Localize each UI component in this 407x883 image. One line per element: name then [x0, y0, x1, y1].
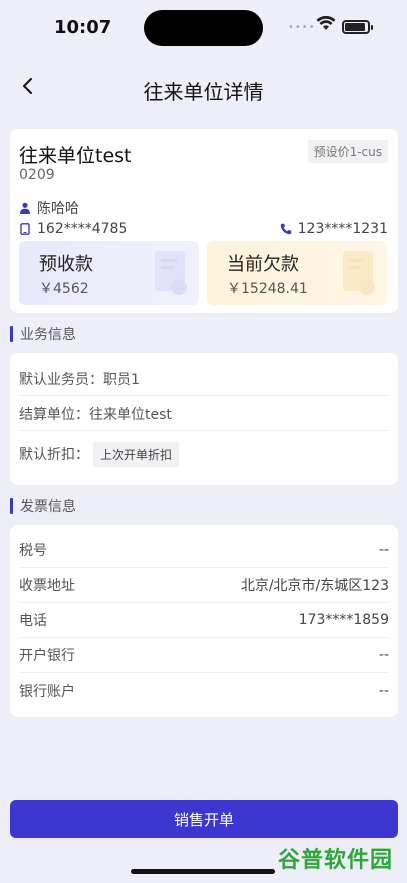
home-indicator[interactable] [131, 869, 275, 874]
business-section-title: 业务信息 [20, 327, 76, 343]
invoice-row-label: 电话 [19, 613, 47, 629]
price-tier-badge: 预设价1-cus [307, 140, 388, 163]
invoice-row-label: 收票地址 [19, 578, 75, 594]
salesman-row: 默认业务员：职员1 [19, 362, 389, 396]
debt-panel[interactable]: 当前欠款 ￥15248.41 [207, 241, 387, 305]
receipt-icon [155, 251, 187, 295]
discount-label: 默认折扣： [19, 447, 89, 463]
settlement-text: 结算单位：往来单位test [19, 406, 172, 423]
company-name: 往来单位test [19, 145, 132, 167]
debt-label: 当前欠款 [227, 254, 299, 275]
invoice-row-label: 银行账户 [19, 683, 75, 700]
invoice-row-value: -- [378, 647, 389, 663]
bill-icon [343, 251, 375, 295]
person-icon [20, 202, 30, 214]
invoice-row-value: -- [378, 542, 389, 558]
discount-row: 默认折扣： 上次开单折扣 [19, 437, 389, 471]
page-title: 往来单位详情 [143, 80, 264, 104]
invoice-row-value: 北京/北京市/东城区123 [240, 578, 389, 594]
invoice-row-value: 173****1859 [298, 612, 389, 628]
invoice-row-address: 收票地址 北京/北京市/东城区123 [19, 568, 389, 603]
mobile-number[interactable]: 162****4785 [19, 221, 127, 237]
debt-value: ￥15248.41 [227, 281, 308, 297]
dynamic-island [144, 10, 263, 46]
invoice-row-phone: 电话 173****1859 [19, 603, 389, 638]
prepaid-label: 预收款 [39, 254, 93, 275]
business-section-header: 业务信息 [10, 324, 76, 344]
discount-value-badge: 上次开单折扣 [93, 441, 180, 467]
wifi-icon [316, 16, 336, 30]
contact-person: 陈哈哈 [19, 198, 79, 218]
status-time: 10:07 [54, 17, 112, 38]
phone-number[interactable]: 123****1231 [280, 221, 388, 237]
status-bar: 10:07 •••• [0, 0, 407, 56]
invoice-row-label: 开户银行 [19, 648, 75, 664]
invoice-row-account: 银行账户 -- [19, 673, 389, 708]
salesman-text: 默认业务员：职员1 [19, 371, 140, 388]
watermark-logo: 谷普软件园 [278, 848, 394, 873]
battery-icon [342, 20, 373, 34]
invoice-info-card: 税号 -- 收票地址 北京/北京市/东城区123 电话 173****1859 … [10, 525, 398, 717]
company-card: 往来单位test 0209 预设价1-cus 陈哈哈 162****4785 1… [10, 129, 398, 313]
invoice-row-label: 税号 [19, 543, 47, 559]
prepaid-panel[interactable]: 预收款 ￥4562 [19, 241, 199, 305]
contact-name: 陈哈哈 [37, 201, 79, 217]
section-accent-bar [10, 498, 13, 514]
mobile-text: 162****4785 [37, 221, 128, 237]
section-accent-bar [10, 326, 13, 342]
signal-icon: •••• [288, 22, 316, 33]
invoice-row-value: -- [378, 682, 389, 699]
prepaid-value: ￥4562 [39, 281, 89, 297]
phone-text: 123****1231 [297, 221, 388, 237]
business-info-card: 默认业务员：职员1 结算单位：往来单位test 默认折扣： 上次开单折扣 [10, 353, 398, 485]
invoice-row-tax-id: 税号 -- [19, 533, 389, 568]
mobile-phone-icon [20, 223, 30, 235]
invoice-section-header: 发票信息 [10, 496, 76, 516]
invoice-row-bank: 开户银行 -- [19, 638, 389, 673]
invoice-section-title: 发票信息 [20, 499, 76, 515]
nav-bar: 往来单位详情 [0, 62, 407, 114]
settlement-row: 结算单位：往来单位test [19, 397, 389, 431]
sales-order-button[interactable]: 销售开单 [10, 800, 398, 838]
company-code: 0209 [19, 167, 55, 183]
phone-icon [280, 223, 291, 235]
